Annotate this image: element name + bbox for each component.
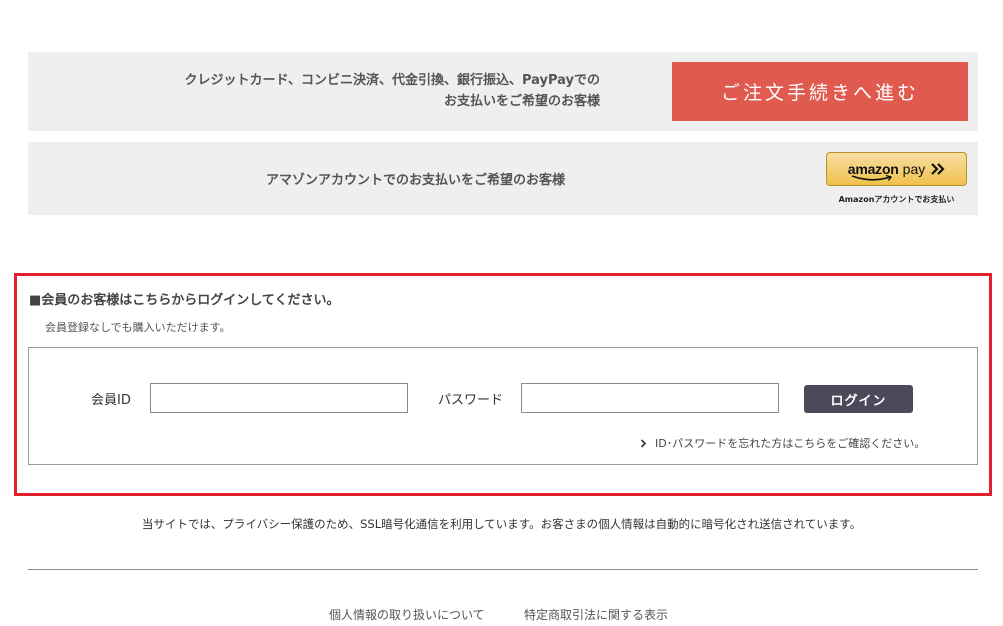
privacy-policy-link[interactable]: 個人情報の取り扱いについて — [329, 606, 485, 623]
amazon-payment-description: アマゾンアカウントでのお支払いをご希望のお客様 — [265, 173, 565, 188]
forgot-credentials-link[interactable]: ID･パスワードを忘れた方はこちらをご確認ください。 — [640, 435, 925, 451]
footer-divider — [28, 569, 978, 570]
amazon-pay-caption: Amazonアカウントでお支払い — [838, 195, 955, 204]
double-chevron-right-icon — [931, 163, 945, 175]
amazon-pay-word: pay — [902, 161, 926, 177]
ssl-notice: 当サイトでは、プライバシー保護のため、SSL暗号化通信を利用しています。お客さま… — [141, 517, 862, 531]
password-label: パスワード — [438, 393, 504, 408]
member-id-input[interactable] — [150, 383, 408, 413]
password-input[interactable] — [521, 383, 779, 413]
member-login-section: ■会員のお客様はこちらからログインしてください。 会員登録なしでも購入いただけま… — [14, 273, 992, 496]
standard-payment-panel: クレジットカード、コンビニ決済、代金引換、銀行振込、PayPayでの お支払いを… — [28, 52, 978, 131]
guest-purchase-note: 会員登録なしでも購入いただけます。 — [45, 321, 231, 334]
standard-payment-description: クレジットカード、コンビニ決済、代金引換、銀行振込、PayPayでの お支払いを… — [184, 70, 600, 112]
member-id-label: 会員ID — [91, 393, 131, 408]
login-button[interactable]: ログイン — [804, 385, 913, 413]
amazon-smile-icon — [851, 174, 892, 181]
amazon-logo-word: amazon — [848, 161, 899, 181]
forgot-credentials-text: ID･パスワードを忘れた方はこちらをご確認ください。 — [655, 437, 926, 450]
commercial-transactions-link[interactable]: 特定商取引法に関する表示 — [524, 606, 668, 623]
standard-payment-line2: お支払いをご希望のお客様 — [443, 94, 600, 109]
checkout-page: クレジットカード、コンビニ決済、代金引換、銀行振込、PayPayでの お支払いを… — [0, 0, 1003, 626]
standard-payment-line1: クレジットカード、コンビニ決済、代金引換、銀行振込、PayPayでの — [184, 73, 600, 88]
amazon-pay-button[interactable]: amazon pay — [826, 152, 967, 186]
chevron-right-icon — [640, 438, 647, 448]
login-form: 会員ID パスワード ログイン ID･パスワードを忘れた方はこちらをご確認くださ… — [28, 347, 978, 465]
login-heading: ■会員のお客様はこちらからログインしてください。 — [29, 293, 340, 308]
amazon-payment-panel: アマゾンアカウントでのお支払いをご希望のお客様 amazon pay Amazo… — [28, 142, 978, 215]
proceed-to-order-button[interactable]: ご注文手続きへ進む — [672, 62, 968, 121]
